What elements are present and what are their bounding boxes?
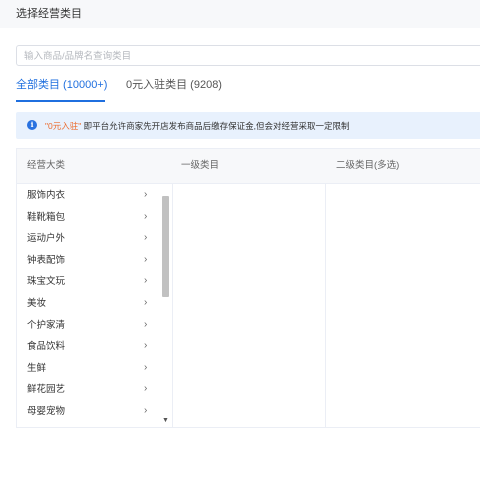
scroll-thumb[interactable] bbox=[162, 196, 169, 297]
category-tabs: 全部类目 (10000+) 0元入驻类目 (9208) bbox=[16, 78, 480, 102]
scroll-down-icon[interactable]: ▼ bbox=[162, 417, 169, 425]
list-item[interactable]: 珠宝文玩 › bbox=[17, 272, 160, 293]
notice-text: "0元入驻" 即平台允许商家先开店发布商品后缴存保证金,但会对经营采取一定限制 bbox=[45, 121, 350, 131]
main-category-list[interactable]: 服饰内衣 › 鞋靴箱包 › 运动户外 › 钟表配饰 › 珠宝文玩 › 美妆 › 个护家清 › 食品饮料 › 生鲜… bbox=[17, 184, 160, 427]
category-label: 服饰内衣 bbox=[27, 190, 66, 201]
category-label: 生鲜 bbox=[27, 362, 47, 374]
chevron-right-icon: › bbox=[144, 232, 148, 244]
category-label: 鞋靴箱包 bbox=[27, 211, 66, 223]
category-label: 运动户外 bbox=[27, 233, 66, 245]
tab-all-categories[interactable]: 全部类目 (10000+) bbox=[16, 78, 107, 92]
column-header-main-category: 经营大类 bbox=[27, 160, 66, 171]
chevron-right-icon: › bbox=[144, 383, 148, 395]
list-item[interactable]: 个护家清 › bbox=[17, 316, 160, 337]
table-header: 经营大类 一级类目 二级类目(多选) bbox=[17, 149, 480, 184]
chevron-right-icon: › bbox=[144, 297, 148, 308]
category-label: 钟表配饰 bbox=[27, 254, 66, 266]
category-label: 珠宝文玩 bbox=[27, 276, 66, 288]
list-item[interactable]: 美妆 › bbox=[17, 294, 160, 315]
list-item[interactable]: 钟表配饰 › bbox=[17, 251, 160, 272]
info-notice: i "0元入驻" 即平台允许商家先开店发布商品后缴存保证金,但会对经营采取一定限… bbox=[16, 112, 480, 139]
column-divider bbox=[172, 184, 173, 427]
dialog-header: 选择经营类目 bbox=[0, 0, 480, 28]
notice-body: 即平台允许商家先开店发布商品后缴存保证金,但会对经营采取一定限制 bbox=[83, 121, 350, 131]
search-input[interactable] bbox=[17, 47, 480, 66]
search-box[interactable] bbox=[16, 45, 480, 66]
chevron-right-icon: › bbox=[144, 318, 148, 330]
chevron-right-icon: › bbox=[144, 361, 148, 373]
list-item[interactable]: 母婴宠物 › bbox=[17, 402, 160, 423]
column-header-level1: 一级类目 bbox=[181, 160, 220, 171]
list-item[interactable]: 食品饮料 › bbox=[17, 337, 160, 358]
chevron-right-icon: › bbox=[144, 340, 148, 352]
list-item[interactable]: 运动户外 › bbox=[17, 229, 160, 250]
column-header-level2: 二级类目(多选) bbox=[336, 160, 400, 171]
chevron-right-icon: › bbox=[144, 253, 148, 265]
tab-zero-fee-categories[interactable]: 0元入驻类目 (9208) bbox=[126, 78, 222, 92]
list-item[interactable]: 鞋靴箱包 › bbox=[17, 208, 160, 229]
page-title: 选择经营类目 bbox=[16, 8, 82, 20]
category-label: 母婴宠物 bbox=[27, 406, 66, 417]
notice-highlight: "0元入驻" bbox=[45, 121, 82, 131]
category-label: 食品饮料 bbox=[27, 341, 66, 353]
category-label: 鲜花园艺 bbox=[27, 384, 66, 396]
chevron-right-icon: › bbox=[144, 275, 148, 287]
active-tab-indicator bbox=[16, 100, 105, 102]
chevron-right-icon: › bbox=[144, 189, 148, 200]
list-item[interactable]: 服饰内衣 › bbox=[17, 186, 160, 207]
chevron-right-icon: › bbox=[144, 210, 148, 222]
category-scrollbar[interactable]: ▼ bbox=[160, 184, 172, 427]
category-label: 个护家清 bbox=[27, 319, 66, 331]
list-item[interactable]: 生鲜 › bbox=[17, 359, 160, 380]
category-label: 美妆 bbox=[27, 298, 47, 309]
category-table: 经营大类 一级类目 二级类目(多选) 服饰内衣 › 鞋靴箱包 › 运动户外 › 钟表配饰 › 珠… bbox=[16, 148, 480, 428]
chevron-right-icon: › bbox=[144, 405, 148, 416]
list-item[interactable]: 鲜花园艺 › bbox=[17, 380, 160, 401]
column-divider bbox=[325, 184, 326, 427]
info-icon: i bbox=[27, 120, 37, 130]
